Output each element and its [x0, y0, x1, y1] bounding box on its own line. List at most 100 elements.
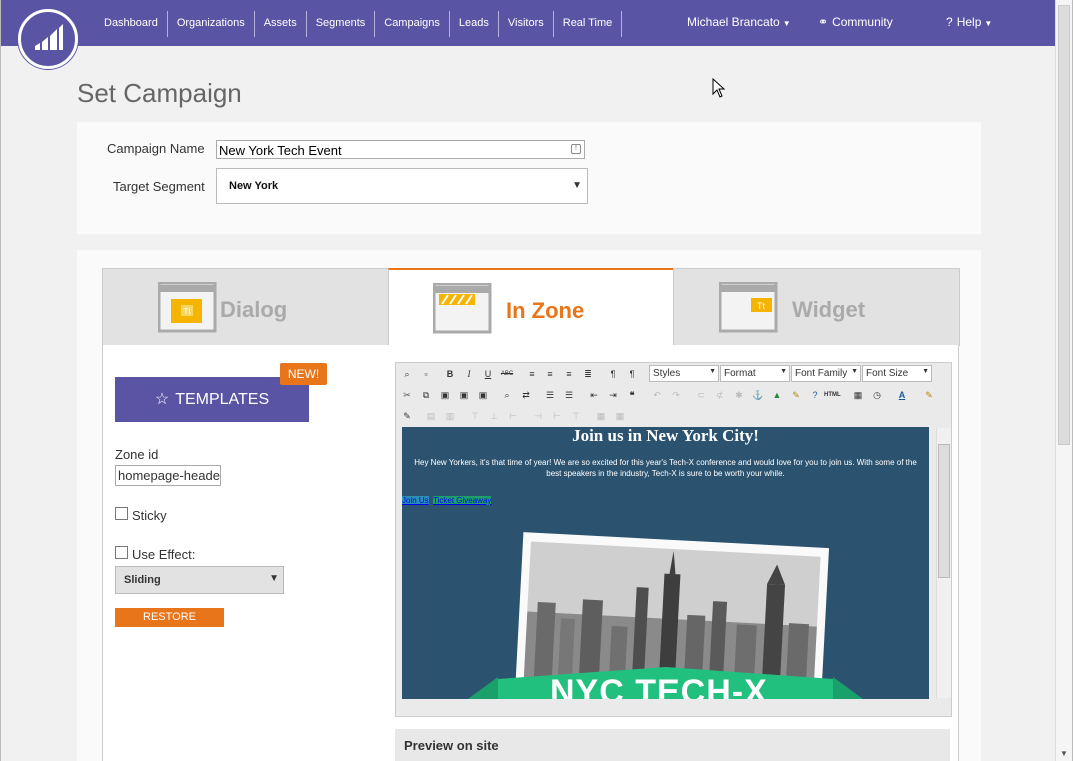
html-source-icon[interactable]: HTML	[824, 387, 841, 403]
nav-leads[interactable]: Leads	[450, 11, 499, 37]
styles-label: Styles	[653, 368, 681, 379]
chevron-down-icon: ▼	[782, 19, 791, 28]
new-page-icon[interactable]: ▫	[418, 366, 434, 382]
sticky-checkbox[interactable]	[115, 507, 128, 520]
bold-icon[interactable]: B	[442, 366, 458, 382]
page-scrollbar-thumb[interactable]	[1058, 5, 1070, 445]
row-before-icon[interactable]: ⊤	[467, 408, 483, 424]
format-label: Format	[724, 368, 756, 379]
effect-select[interactable]: Sliding ▼	[115, 566, 284, 594]
split-cells-icon[interactable]: ▦	[593, 408, 609, 424]
help-icon[interactable]: ?	[807, 387, 823, 403]
campaign-name-input[interactable]: New York Tech Event !	[216, 140, 585, 159]
in-zone-window-icon	[433, 283, 492, 334]
preview-icon[interactable]: ⌕	[399, 366, 415, 382]
tab-dialog[interactable]: Tt Dialog	[102, 268, 389, 346]
nav-campaigns[interactable]: Campaigns	[375, 11, 450, 37]
redo-icon[interactable]: ↷	[668, 387, 684, 403]
link-icon[interactable]: ⊂	[693, 387, 709, 403]
scroll-down-icon[interactable]: ▼	[1060, 749, 1068, 758]
align-left-icon[interactable]: ≡	[524, 366, 540, 382]
user-name: Michael Brancato	[687, 15, 780, 29]
merge-cells-icon[interactable]: ▦	[612, 408, 628, 424]
anchor-icon[interactable]: ⚓	[750, 387, 766, 403]
table-props-icon[interactable]: ▥	[442, 408, 458, 424]
image-icon[interactable]: ▲	[769, 387, 785, 403]
numbered-list-icon[interactable]: ☰	[561, 387, 577, 403]
ticket-giveaway-link[interactable]: Ticket Giveaway	[433, 496, 492, 505]
insert-table-icon[interactable]: ▤	[423, 408, 439, 424]
align-center-icon[interactable]: ≡	[542, 366, 558, 382]
blockquote-icon[interactable]: ❝	[624, 387, 640, 403]
insert-date-icon[interactable]: ▦	[850, 387, 866, 403]
chevron-down-icon: ▼	[780, 368, 787, 375]
find-icon[interactable]: ⌕	[499, 387, 515, 403]
zone-id-label: Zone id	[115, 447, 159, 462]
outdent-icon[interactable]: ⇤	[586, 387, 602, 403]
align-right-icon[interactable]: ≡	[561, 366, 577, 382]
help-menu[interactable]: ? Help ▼	[946, 15, 992, 29]
col-before-icon[interactable]: ⊣	[530, 408, 546, 424]
content-heading: Join us in New York City!	[572, 427, 759, 445]
format-dropdown[interactable]: Format ▼	[720, 365, 790, 382]
editor-scrollbar-thumb[interactable]	[938, 444, 950, 578]
italic-icon[interactable]: I	[461, 366, 477, 382]
paste-icon[interactable]: ▣	[437, 387, 453, 403]
highlight-color-icon[interactable]: ✎	[921, 387, 937, 403]
marketo-logo[interactable]	[18, 9, 78, 69]
tab-in-zone[interactable]: In Zone	[388, 268, 674, 346]
styles-dropdown[interactable]: Styles ▼	[649, 365, 719, 382]
community-link[interactable]: ⚭ Community	[818, 15, 893, 29]
delete-col-icon[interactable]: ⊤	[568, 408, 584, 424]
chevron-down-icon: ▼	[709, 368, 716, 375]
text-color-icon[interactable]: A	[894, 387, 910, 403]
join-us-link[interactable]: Join Us	[402, 496, 429, 505]
input-info-icon: !	[571, 144, 581, 154]
delete-row-icon[interactable]: ⊢	[505, 408, 521, 424]
nav-dashboard[interactable]: Dashboard	[95, 11, 168, 37]
tab-widget[interactable]: Tt Widget	[673, 268, 960, 346]
insert-time-icon[interactable]: ◷	[869, 387, 885, 403]
font-family-dropdown[interactable]: Font Family ▼	[791, 365, 861, 382]
preview-on-site-header[interactable]: Preview on site	[395, 729, 950, 761]
underline-icon[interactable]: U	[480, 366, 496, 382]
nav-segments[interactable]: Segments	[307, 11, 376, 37]
svg-text:Tt: Tt	[757, 301, 765, 311]
font-size-dropdown[interactable]: Font Size ▼	[862, 365, 932, 382]
nav-real-time[interactable]: Real Time	[554, 11, 623, 37]
community-icon: ⚭	[818, 15, 829, 29]
sticky-label: Sticky	[132, 508, 167, 523]
nav-visitors[interactable]: Visitors	[499, 11, 554, 37]
paste-text-icon[interactable]: ▣	[456, 387, 472, 403]
svg-text:Tt: Tt	[183, 307, 191, 316]
cleanup-icon[interactable]: ✎	[788, 387, 804, 403]
undo-icon[interactable]: ↶	[649, 387, 665, 403]
edit-css-icon[interactable]: ✎	[399, 408, 415, 424]
help-icon: ?	[946, 15, 953, 29]
justify-icon[interactable]: ≣	[580, 366, 596, 382]
restore-defaults-button[interactable]: RESTORE DEFAULTS	[115, 608, 224, 642]
target-segment-select[interactable]: New York ▼	[216, 168, 588, 204]
rtl-icon[interactable]: ¶	[624, 366, 640, 382]
replace-icon[interactable]: ⇄	[518, 387, 534, 403]
editor-content[interactable]: Join us in New York City! Hey New Yorker…	[402, 427, 929, 699]
strikethrough-icon[interactable]: ABC	[499, 366, 515, 382]
use-effect-checkbox[interactable]	[115, 546, 128, 559]
copy-icon[interactable]: ⧉	[418, 387, 434, 403]
cut-icon[interactable]: ✂	[399, 387, 415, 403]
ltr-icon[interactable]: ¶	[605, 366, 621, 382]
anchor-link-icon[interactable]: ✱	[731, 387, 747, 403]
paste-word-icon[interactable]: ▣	[475, 387, 491, 403]
bulleted-list-icon[interactable]: ☰	[542, 387, 558, 403]
editor-scrollbar[interactable]	[936, 428, 951, 698]
nav-organizations[interactable]: Organizations	[168, 11, 255, 37]
mouse-cursor-icon	[712, 78, 726, 98]
user-menu[interactable]: Michael Brancato ▼	[687, 15, 791, 29]
nav-assets[interactable]: Assets	[255, 11, 307, 37]
col-after-icon[interactable]: ⊢	[549, 408, 565, 424]
page-scrollbar[interactable]: ▼	[1055, 0, 1072, 761]
unlink-icon[interactable]: ⊄	[712, 387, 728, 403]
indent-icon[interactable]: ⇥	[605, 387, 621, 403]
row-after-icon[interactable]: ⊥	[486, 408, 502, 424]
zone-id-input[interactable]: homepage-header	[115, 465, 221, 486]
